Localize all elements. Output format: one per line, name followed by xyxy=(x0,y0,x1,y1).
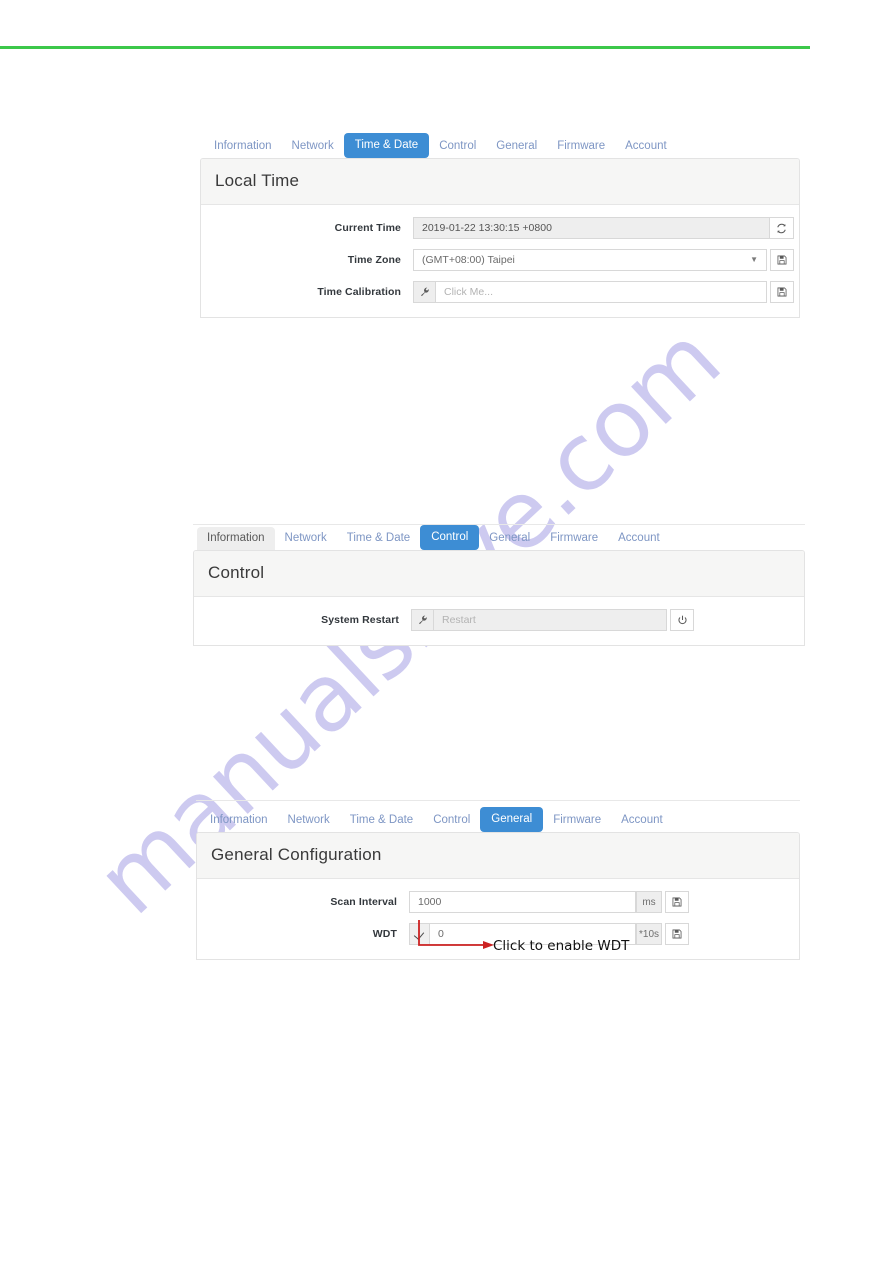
card-body-control: System Restart Restart xyxy=(194,597,804,645)
tab-network[interactable]: Network xyxy=(278,809,340,832)
form-row-current-time: Current Time 2019-01-22 13:30:15 +0800 xyxy=(201,217,799,239)
time-zone-select[interactable]: (GMT+08:00) Taipei ▼ xyxy=(413,249,767,271)
tab-network[interactable]: Network xyxy=(275,527,337,550)
label-time-zone: Time Zone xyxy=(347,254,401,266)
input-group-time-calibration: Click Me... xyxy=(413,281,794,303)
save-icon xyxy=(777,287,787,297)
save-icon xyxy=(672,897,682,907)
card-title-local-time: Local Time xyxy=(215,171,300,190)
tab-control[interactable]: Control xyxy=(423,809,480,832)
card-header-local-time: Local Time xyxy=(201,159,799,205)
chevron-down-icon: ▼ xyxy=(750,255,758,264)
wrench-icon xyxy=(420,287,430,297)
tabbar-time-and-date: Information Network Time & Date Control … xyxy=(200,133,800,158)
card-body-local-time: Current Time 2019-01-22 13:30:15 +0800 T… xyxy=(201,205,799,317)
power-icon xyxy=(677,615,688,626)
card-title-general-configuration: General Configuration xyxy=(211,845,382,864)
refresh-button[interactable] xyxy=(770,217,794,239)
save-time-zone-button[interactable] xyxy=(770,249,794,271)
tab-firmware[interactable]: Firmware xyxy=(543,809,611,832)
scan-interval-unit: ms xyxy=(636,891,662,913)
annotation-click-to-enable-wdt: Click to enable WDT xyxy=(410,918,670,963)
time-calibration-tool-button[interactable] xyxy=(413,281,435,303)
tab-network[interactable]: Network xyxy=(282,135,344,158)
tab-information[interactable]: Information xyxy=(200,809,278,832)
tab-firmware[interactable]: Firmware xyxy=(540,527,608,550)
tab-time-and-date[interactable]: Time & Date xyxy=(343,133,430,158)
save-scan-interval-button[interactable] xyxy=(665,891,689,913)
label-system-restart: System Restart xyxy=(321,614,399,626)
label-current-time: Current Time xyxy=(334,222,401,234)
tab-control[interactable]: Control xyxy=(429,135,486,158)
tab-firmware[interactable]: Firmware xyxy=(547,135,615,158)
tabbar-control: Information Network Time & Date Control … xyxy=(193,525,805,550)
tab-information[interactable]: Information xyxy=(197,527,275,550)
tab-account[interactable]: Account xyxy=(611,809,673,832)
form-row-system-restart: System Restart Restart xyxy=(194,609,804,631)
tab-time-and-date[interactable]: Time & Date xyxy=(337,527,420,550)
card-header-control: Control xyxy=(194,551,804,597)
label-scan-interval: Scan Interval xyxy=(330,896,397,908)
tab-account[interactable]: Account xyxy=(608,527,670,550)
system-restart-input[interactable]: Restart xyxy=(433,609,667,631)
tab-control[interactable]: Control xyxy=(420,525,480,550)
save-icon xyxy=(777,255,787,265)
power-button[interactable] xyxy=(670,609,694,631)
panel-time-and-date: Information Network Time & Date Control … xyxy=(200,133,800,318)
tab-general[interactable]: General xyxy=(480,807,544,832)
time-calibration-input[interactable]: Click Me... xyxy=(435,281,767,303)
system-restart-tool-button[interactable] xyxy=(411,609,433,631)
tab-account[interactable]: Account xyxy=(615,135,677,158)
tab-general[interactable]: General xyxy=(486,135,547,158)
tab-information[interactable]: Information xyxy=(204,135,282,158)
label-time-calibration: Time Calibration xyxy=(317,286,401,298)
input-group-scan-interval: 1000 ms xyxy=(409,891,689,913)
save-time-calibration-button[interactable] xyxy=(770,281,794,303)
form-row-time-calibration: Time Calibration Click Me... xyxy=(201,281,799,303)
input-group-system-restart: Restart xyxy=(411,609,694,631)
tab-time-and-date[interactable]: Time & Date xyxy=(340,809,423,832)
card-header-general-configuration: General Configuration xyxy=(197,833,799,879)
scan-interval-input[interactable]: 1000 xyxy=(409,891,636,913)
section-divider-general xyxy=(196,800,800,801)
label-wdt: WDT xyxy=(372,928,397,940)
current-time-value: 2019-01-22 13:30:15 +0800 xyxy=(413,217,770,239)
card-local-time: Local Time Current Time 2019-01-22 13:30… xyxy=(200,158,800,318)
time-zone-value: (GMT+08:00) Taipei xyxy=(422,254,515,266)
card-control: Control System Restart Restart xyxy=(193,550,805,646)
input-group-time-zone: (GMT+08:00) Taipei ▼ xyxy=(413,249,794,271)
form-row-scan-interval: Scan Interval 1000 ms xyxy=(197,891,799,913)
tabbar-general: Information Network Time & Date Control … xyxy=(196,807,800,832)
save-icon xyxy=(672,929,682,939)
form-row-time-zone: Time Zone (GMT+08:00) Taipei ▼ xyxy=(201,249,799,271)
card-title-control: Control xyxy=(208,563,265,582)
wrench-icon xyxy=(418,615,428,625)
tab-general[interactable]: General xyxy=(479,527,540,550)
annotation-label: Click to enable WDT xyxy=(493,938,630,954)
input-group-current-time: 2019-01-22 13:30:15 +0800 xyxy=(413,217,794,239)
panel-control: Information Network Time & Date Control … xyxy=(193,525,805,646)
refresh-icon xyxy=(776,223,787,234)
top-accent-rule xyxy=(0,46,810,49)
